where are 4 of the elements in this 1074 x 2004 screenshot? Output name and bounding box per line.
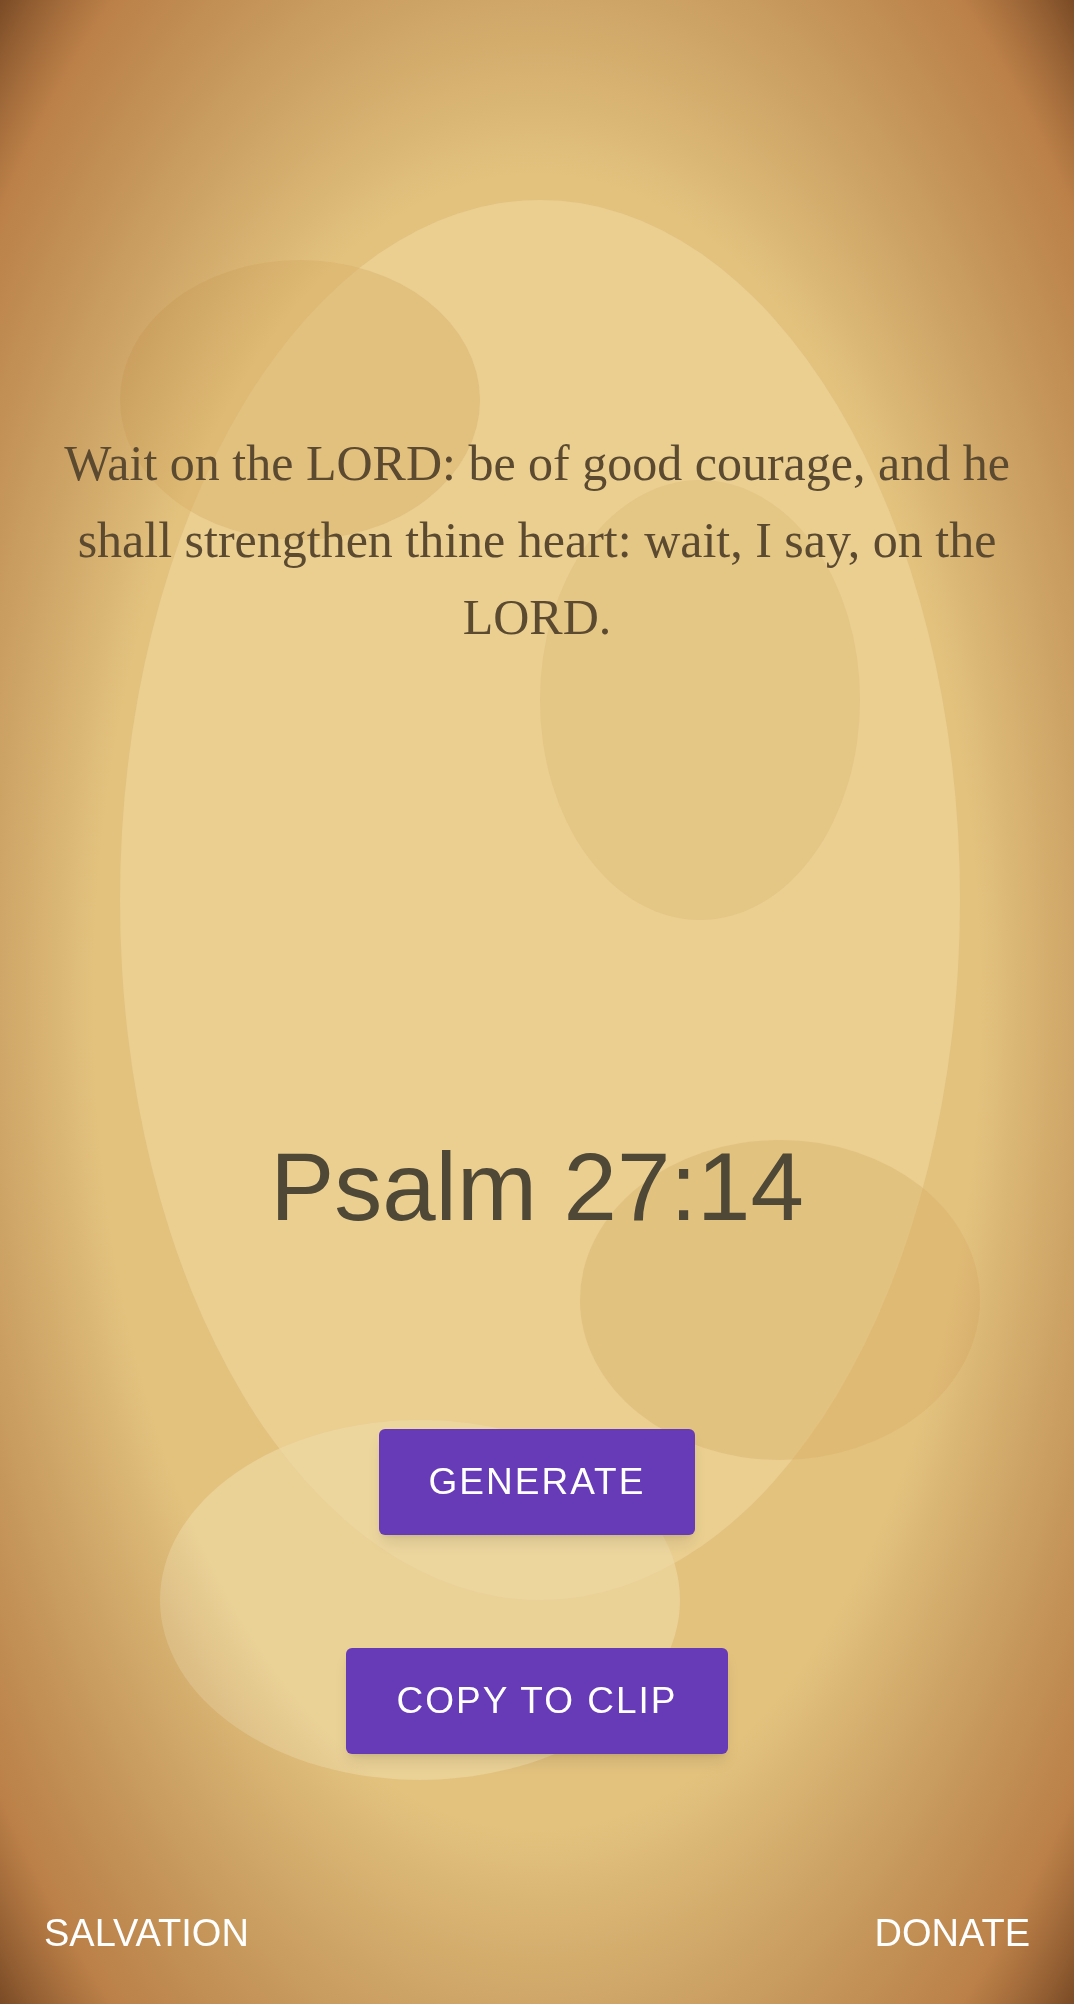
copy-button[interactable]: COPY TO CLIP <box>346 1648 728 1754</box>
verse-reference: Psalm 27:14 <box>270 1132 804 1242</box>
verse-text: Wait on the LORD: be of good courage, and he shall strengthen thine heart: wait, I say, on the LORD. <box>63 434 1011 647</box>
generate-button[interactable]: GENERATE <box>378 1429 696 1535</box>
